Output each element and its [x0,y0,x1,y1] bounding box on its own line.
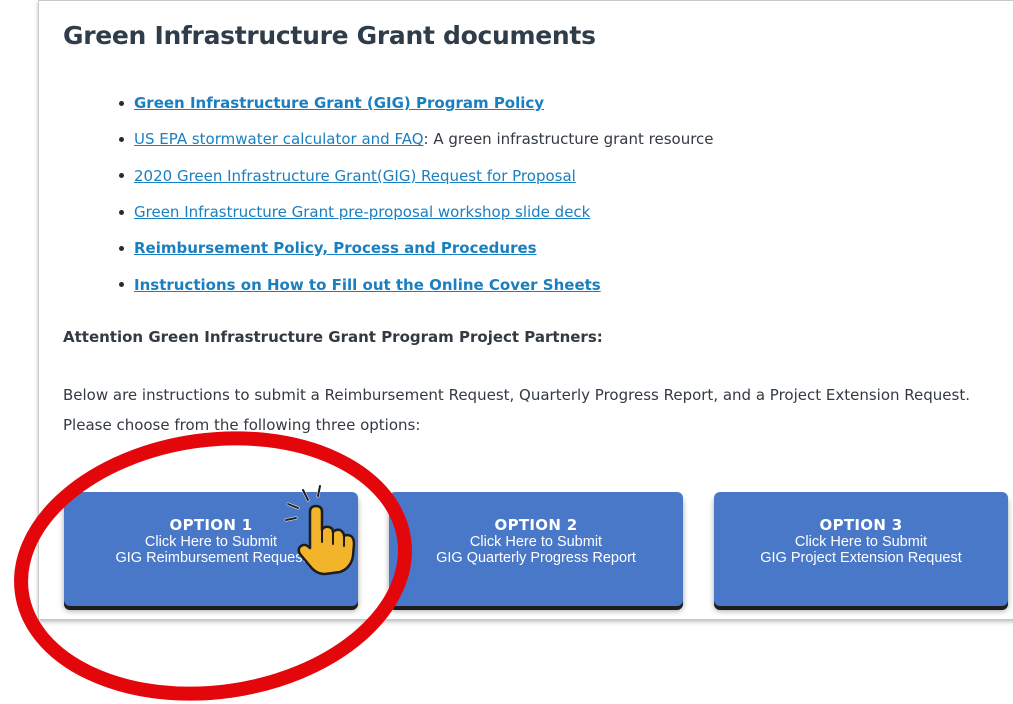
program-policy-link[interactable]: Green Infrastructure Grant (GIG) Program… [134,94,544,112]
option-3-line-2: GIG Project Extension Request [760,550,962,566]
option-2-line-1: Click Here to Submit [469,534,603,550]
option-3-title: OPTION 3 [819,516,903,534]
option-2-progress-report-button[interactable]: OPTION 2 Click Here to Submit GIG Quarte… [389,492,683,606]
stormwater-calculator-link[interactable]: US EPA stormwater calculator and FAQ [134,130,424,148]
option-1-title: OPTION 1 [169,516,253,534]
option-3-extension-request-button[interactable]: OPTION 3 Click Here to Submit GIG Projec… [714,492,1008,606]
content-panel: Green Infrastructure Grant documents Gre… [38,0,1013,620]
attention-heading: Attention Green Infrastructure Grant Pro… [63,328,603,346]
bullet-icon [119,173,124,179]
bullet-icon [119,245,124,251]
option-3-line-1: Click Here to Submit [794,534,928,550]
reimbursement-policy-link[interactable]: Reimbursement Policy, Process and Proced… [134,239,537,257]
bullet-icon [119,100,124,106]
option-1-line-2: GIG Reimbursement Request [115,550,307,566]
bullet-icon [119,136,124,142]
list-item: 2020 Green Infrastructure Grant(GIG) Req… [119,158,714,194]
option-1-reimbursement-button[interactable]: OPTION 1 Click Here to Submit GIG Reimbu… [64,492,358,606]
list-item: Instructions on How to Fill out the Onli… [119,266,714,302]
cover-sheet-instructions-link[interactable]: Instructions on How to Fill out the Onli… [134,276,601,294]
screenshot-stage: Green Infrastructure Grant documents Gre… [0,0,1013,704]
option-2-line-2: GIG Quarterly Progress Report [436,550,636,566]
stormwater-calculator-description: : A green infrastructure grant resource [423,130,714,149]
list-item: Green Infrastructure Grant (GIG) Program… [119,85,714,121]
workshop-slide-deck-link[interactable]: Green Infrastructure Grant pre-proposal … [134,203,590,221]
list-item: Green Infrastructure Grant pre-proposal … [119,194,714,230]
bullet-icon [119,209,124,215]
option-2-title: OPTION 2 [494,516,578,534]
instructions-paragraph: Below are instructions to submit a Reimb… [63,386,970,434]
list-item: Reimbursement Policy, Process and Proced… [119,230,714,266]
option-1-line-1: Click Here to Submit [144,534,278,550]
list-item: US EPA stormwater calculator and FAQ : A… [119,121,714,157]
bullet-icon [119,282,124,288]
request-for-proposal-link[interactable]: 2020 Green Infrastructure Grant(GIG) Req… [134,167,576,185]
page-title: Green Infrastructure Grant documents [63,21,596,50]
document-list: Green Infrastructure Grant (GIG) Program… [119,85,714,303]
